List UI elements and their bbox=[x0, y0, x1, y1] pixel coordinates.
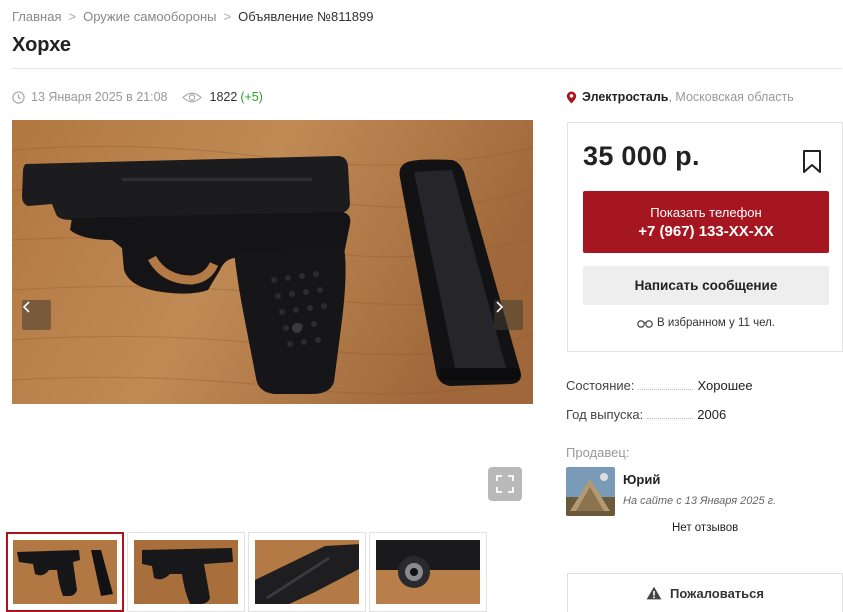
pistol-image bbox=[12, 120, 533, 404]
spec-row-year: Год выпуска: 2006 bbox=[566, 407, 726, 422]
main-photo[interactable] bbox=[12, 120, 533, 404]
warning-icon bbox=[646, 586, 662, 600]
thumbnail-image bbox=[255, 540, 359, 604]
clock-icon bbox=[12, 90, 25, 104]
seller-name[interactable]: Юрий bbox=[623, 472, 660, 487]
seller-label: Продавец: bbox=[566, 445, 630, 460]
breadcrumb-home-link[interactable]: Главная bbox=[12, 9, 61, 24]
listing-meta: 13 Января 2025 в 21:08 1822 (+5) bbox=[12, 90, 263, 104]
show-phone-button[interactable]: Показать телефон +7 (967) 133-XX-XX bbox=[583, 191, 829, 253]
seller-reviews: Нет отзывов bbox=[672, 522, 739, 534]
price-card: 35 000 р. Показать телефон +7 (967) 133-… bbox=[567, 122, 843, 352]
thumbnail-image bbox=[376, 540, 480, 604]
complain-label: Пожаловаться bbox=[670, 585, 764, 601]
favorites-note: В избранном у 11 чел. bbox=[568, 317, 843, 329]
price: 35 000 р. bbox=[583, 141, 700, 171]
eye-icon bbox=[181, 92, 202, 102]
chevron-right-icon bbox=[496, 301, 504, 313]
gallery-next-button[interactable] bbox=[494, 300, 523, 330]
bookmark-icon[interactable] bbox=[802, 149, 822, 175]
view-count-delta: (+5) bbox=[240, 90, 263, 104]
thumbnail[interactable] bbox=[369, 532, 487, 612]
breadcrumb-separator: > bbox=[223, 9, 232, 24]
view-count: 1822 bbox=[209, 90, 238, 104]
chevron-left-icon bbox=[22, 301, 30, 313]
breadcrumb-current: Объявление №811899 bbox=[238, 9, 374, 24]
fullscreen-button[interactable] bbox=[488, 467, 522, 501]
glasses-icon bbox=[637, 319, 653, 328]
thumbnail[interactable] bbox=[6, 532, 124, 612]
gallery-prev-button[interactable] bbox=[22, 300, 51, 330]
title-divider bbox=[12, 68, 842, 69]
show-phone-label: Показать телефон bbox=[650, 205, 762, 220]
spec-key: Год выпуска: bbox=[566, 407, 644, 422]
write-message-button[interactable]: Написать сообщение bbox=[583, 266, 829, 305]
page-title: Хорхе bbox=[12, 34, 71, 56]
spec-value: 2006 bbox=[697, 407, 727, 422]
photo-gallery bbox=[12, 120, 534, 501]
publish-date: 13 Января 2025 в 21:08 bbox=[31, 90, 168, 104]
thumbnail[interactable] bbox=[127, 532, 245, 612]
thumbnail-strip bbox=[6, 532, 490, 612]
spec-row-condition: Состояние: Хорошее bbox=[566, 378, 753, 393]
location: Электросталь, Московская область bbox=[566, 90, 794, 104]
spec-value: Хорошее bbox=[697, 378, 753, 393]
breadcrumb-separator: > bbox=[68, 9, 77, 24]
phone-number: +7 (967) 133-XX-XX bbox=[638, 223, 774, 240]
breadcrumb-category-link[interactable]: Оружие самообороны bbox=[83, 9, 216, 24]
seller-since: На сайте с 13 Января 2025 г. bbox=[623, 495, 777, 507]
thumbnail-image bbox=[13, 540, 117, 604]
location-pin-icon bbox=[566, 90, 577, 104]
thumbnail-image bbox=[134, 540, 238, 604]
favorites-count-text: В избранном у 11 чел. bbox=[657, 317, 775, 329]
complain-button[interactable]: Пожаловаться bbox=[567, 573, 843, 612]
fullscreen-icon bbox=[496, 475, 514, 493]
thumbnail[interactable] bbox=[248, 532, 366, 612]
location-region: , Московская область bbox=[668, 90, 794, 104]
location-city[interactable]: Электросталь bbox=[582, 90, 668, 104]
spec-key: Состояние: bbox=[566, 378, 635, 393]
breadcrumb: Главная > Оружие самообороны > Объявление №8… bbox=[12, 9, 373, 24]
avatar[interactable] bbox=[566, 467, 615, 516]
